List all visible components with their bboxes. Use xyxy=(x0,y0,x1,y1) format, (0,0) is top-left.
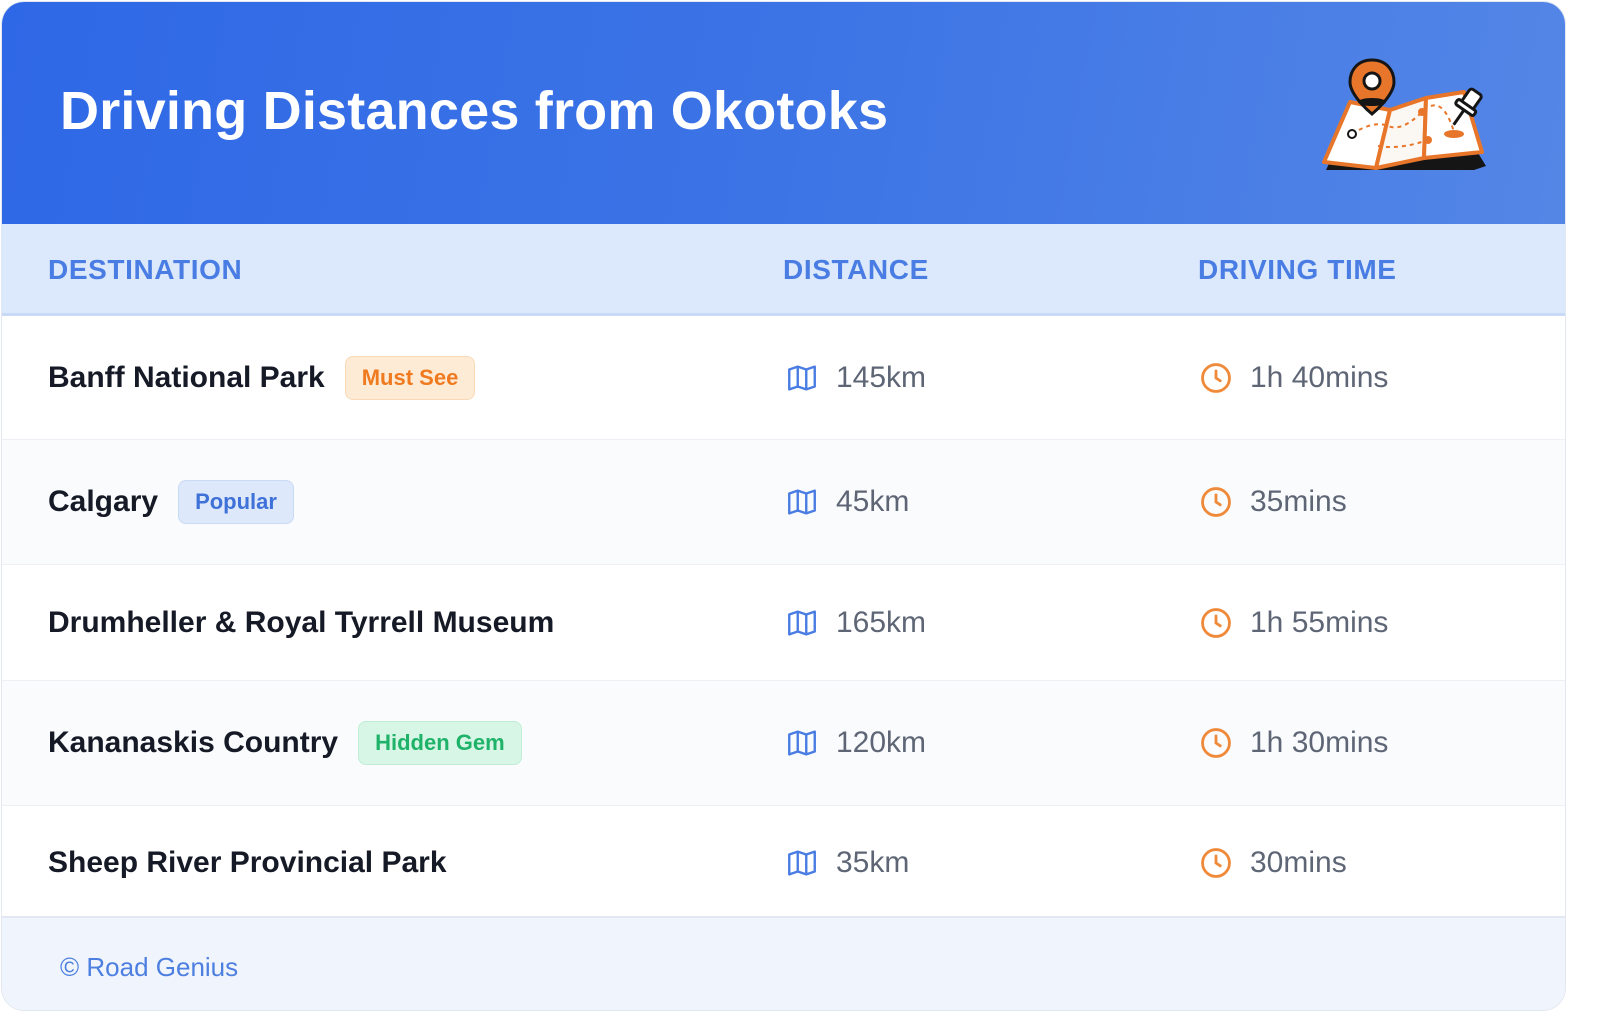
map-icon xyxy=(788,609,816,636)
column-header-destination: DESTINATION xyxy=(48,254,243,285)
distance-cell: 165km xyxy=(785,606,926,640)
time-value: 35mins xyxy=(1250,485,1347,518)
column-header-distance: DISTANCE xyxy=(783,254,929,285)
time-value: 1h 40mins xyxy=(1250,360,1389,394)
distance-value: 120km xyxy=(836,726,927,759)
clock-icon xyxy=(1201,728,1231,758)
table-row: Kananaskis Country Hidden Gem 120km 1h 3… xyxy=(2,681,1565,806)
destination-cell: Kananaskis Country Hidden Gem xyxy=(48,721,522,765)
distance-value: 35km xyxy=(836,845,910,879)
destination-name: Banff National Park xyxy=(48,360,325,394)
clock-icon xyxy=(1201,362,1231,393)
destination-cell: Sheep River Provincial Park xyxy=(48,846,447,880)
table-row: Calgary Popular 45km 35mins xyxy=(2,440,1565,565)
distance-cell: 35km xyxy=(785,846,909,880)
hidden-gem-badge: Hidden Gem xyxy=(358,721,522,765)
credit-link[interactable]: © Road Genius xyxy=(60,952,238,983)
time-cell: 35mins xyxy=(1199,485,1347,519)
map-icon xyxy=(788,489,816,515)
time-value: 1h 55mins xyxy=(1250,605,1389,639)
table-header: DESTINATION DISTANCE DRIVING TIME xyxy=(2,224,1565,316)
map-illustration-icon xyxy=(1322,58,1486,170)
destination-cell: Calgary Popular xyxy=(48,480,294,524)
time-cell: 1h 55mins xyxy=(1199,606,1388,640)
distance-cell: 145km xyxy=(785,361,926,395)
map-icon xyxy=(788,730,816,756)
distance-value: 45km xyxy=(836,485,910,518)
distance-value: 145km xyxy=(836,360,927,394)
map-icon xyxy=(788,849,816,876)
clock-icon xyxy=(1201,607,1231,638)
time-cell: 1h 40mins xyxy=(1199,361,1388,395)
page-title: Driving Distances from Okotoks xyxy=(60,81,889,141)
table-body: Banff National Park Must See 145km 1h 40… xyxy=(2,316,1565,919)
table-row: Drumheller & Royal Tyrrell Museum 165km … xyxy=(2,565,1565,681)
time-value: 1h 30mins xyxy=(1250,726,1389,759)
must-see-badge: Must See xyxy=(344,355,476,400)
table-row: Banff National Park Must See 145km 1h 40… xyxy=(2,316,1565,440)
column-header-driving-time: DRIVING TIME xyxy=(1198,254,1397,285)
destination-name: Kananaskis Country xyxy=(48,726,339,759)
map-icon xyxy=(788,364,816,391)
destination-cell: Banff National Park Must See xyxy=(48,355,476,400)
destination-name: Sheep River Provincial Park xyxy=(48,845,447,879)
time-cell: 30mins xyxy=(1199,846,1347,880)
time-cell: 1h 30mins xyxy=(1199,726,1388,760)
distance-card: Driving Distances from Okotoks DESTINATI… xyxy=(2,2,1565,1010)
destination-name: Drumheller & Royal Tyrrell Museum xyxy=(48,605,555,639)
distance-value: 165km xyxy=(836,605,927,639)
footer: © Road Genius xyxy=(2,916,1565,1010)
destination-name: Calgary xyxy=(48,485,159,518)
header-banner: Driving Distances from Okotoks xyxy=(2,2,1565,224)
table-row: Sheep River Provincial Park 35km 30mins xyxy=(2,806,1565,919)
destination-cell: Drumheller & Royal Tyrrell Museum xyxy=(48,606,554,640)
distance-cell: 120km xyxy=(785,726,926,760)
clock-icon xyxy=(1201,487,1231,517)
popular-badge: Popular xyxy=(178,480,294,524)
distance-cell: 45km xyxy=(785,485,909,519)
time-value: 30mins xyxy=(1250,845,1347,879)
clock-icon xyxy=(1201,847,1231,878)
